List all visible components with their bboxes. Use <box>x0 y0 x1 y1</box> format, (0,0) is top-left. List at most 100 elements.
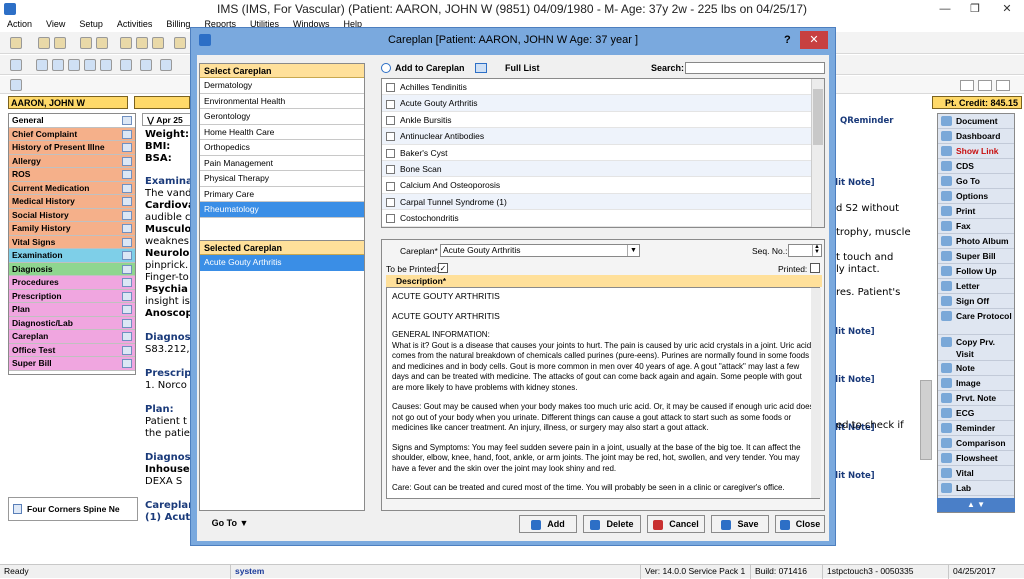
left-nav-item[interactable]: Diagnosis <box>9 262 135 276</box>
menu-action[interactable]: Action <box>0 18 39 31</box>
condition-checkbox[interactable] <box>386 214 395 224</box>
left-nav-item[interactable]: Diagnostic/Lab <box>9 316 135 330</box>
right-nav-item[interactable]: Sign Off <box>938 294 1014 309</box>
condition-checkbox[interactable] <box>386 148 395 158</box>
toolbar-icon[interactable] <box>96 37 108 49</box>
right-nav-scroll[interactable]: ▲ ▼ <box>937 498 1015 512</box>
full-list-button[interactable]: Full List <box>475 61 565 75</box>
page-icon[interactable] <box>122 143 132 152</box>
menu-activities[interactable]: Activities <box>110 18 160 31</box>
right-nav-item[interactable]: Fax <box>938 219 1014 234</box>
search-input[interactable] <box>685 62 825 74</box>
selected-careplan-item[interactable]: Acute Gouty Arthritis <box>200 255 364 271</box>
seq-number-input[interactable]: ▲ ▼ <box>788 244 822 257</box>
right-nav-item[interactable]: Letter <box>938 279 1014 294</box>
left-nav-item[interactable]: History of Present Illne <box>9 141 135 155</box>
right-nav-item[interactable]: Lab <box>938 481 1014 496</box>
left-nav-item[interactable]: Careplan <box>9 330 135 344</box>
careplan-item[interactable]: Home Health Care <box>200 125 364 140</box>
page-icon[interactable] <box>122 345 132 355</box>
right-nav-item[interactable]: Comparison <box>938 436 1014 451</box>
menu-view[interactable]: View <box>39 18 72 31</box>
page-icon[interactable] <box>122 291 132 301</box>
condition-row[interactable]: Antinuclear Antibodies <box>382 128 824 145</box>
toolbar-icon[interactable] <box>38 37 50 49</box>
right-nav-item[interactable]: Super Bill <box>938 249 1014 264</box>
page-icon[interactable] <box>122 129 132 139</box>
condition-row[interactable]: Acute Gouty Arthritis <box>382 95 824 112</box>
toolbar-icon[interactable] <box>152 37 164 49</box>
page-icon[interactable] <box>122 197 132 206</box>
right-nav-item[interactable]: Document <box>938 114 1014 129</box>
right-nav-item[interactable]: Print <box>938 204 1014 219</box>
toolbar-icon[interactable] <box>174 37 186 49</box>
careplan-item[interactable]: Physical Therapy <box>200 171 364 187</box>
page-icon[interactable] <box>122 359 132 368</box>
toolbar-icon[interactable] <box>160 59 172 71</box>
description-scrollbar[interactable] <box>811 288 821 498</box>
goto-button[interactable]: Go To ▼ <box>203 515 257 533</box>
page-icon[interactable] <box>122 264 132 274</box>
practice-selector[interactable]: Four Corners Spine Ne <box>8 497 138 521</box>
right-nav-item[interactable]: Reminder <box>938 421 1014 436</box>
page-icon[interactable] <box>122 305 132 314</box>
condition-checkbox[interactable] <box>386 165 395 175</box>
minimize-icon[interactable] <box>960 80 974 91</box>
printed-checkbox[interactable] <box>810 263 820 273</box>
right-nav-item[interactable]: Care Protocol <box>938 309 1014 335</box>
page-icon[interactable] <box>122 170 132 179</box>
careplan-item[interactable]: Pain Management <box>200 156 364 171</box>
cancel-button[interactable]: Cancel <box>647 515 705 533</box>
left-nav-item[interactable]: Prescription <box>9 289 135 303</box>
toolbar-icon[interactable] <box>140 59 152 71</box>
careplan-item[interactable]: Dermatology <box>200 78 364 94</box>
right-nav-item[interactable]: Go To <box>938 174 1014 189</box>
toolbar-icon[interactable] <box>136 37 148 49</box>
right-nav-item[interactable]: Photo Album <box>938 234 1014 249</box>
condition-checkbox[interactable] <box>386 116 395 126</box>
patient-icon[interactable] <box>10 79 22 91</box>
add-to-careplan-button[interactable]: Add to Careplan <box>381 61 467 75</box>
right-nav-item[interactable]: ECG <box>938 406 1014 421</box>
help-icon[interactable]: ? <box>784 31 798 49</box>
careplan-item[interactable]: Primary Care <box>200 187 364 202</box>
right-nav-item[interactable]: Prvt. Note <box>938 391 1014 406</box>
close-button[interactable]: Close <box>775 515 825 533</box>
close-icon[interactable] <box>996 80 1010 91</box>
careplan-item[interactable]: Orthopedics <box>200 140 364 156</box>
condition-checkbox[interactable] <box>386 181 395 191</box>
condition-checkbox[interactable] <box>386 197 395 207</box>
condition-row[interactable]: Carpal Tunnel Syndrome (1) <box>382 193 824 211</box>
careplan-item[interactable]: Rheumatology <box>200 202 364 218</box>
right-nav-item[interactable]: Options <box>938 189 1014 204</box>
toolbar-icon[interactable] <box>120 59 132 71</box>
condition-row[interactable]: Bone Scan <box>382 160 824 178</box>
toolbar-icon[interactable] <box>36 59 48 71</box>
page-icon[interactable] <box>122 156 132 166</box>
right-nav-item[interactable]: Note <box>938 361 1014 376</box>
left-nav-item[interactable]: Plan <box>9 303 135 317</box>
left-nav-item[interactable]: Family History <box>9 222 135 236</box>
careplan-item[interactable]: Environmental Health <box>200 94 364 109</box>
right-nav-item[interactable]: Show Link <box>938 144 1014 159</box>
toolbar-icon[interactable] <box>100 59 112 71</box>
right-nav-item[interactable]: Flowsheet <box>938 451 1014 466</box>
condition-row[interactable]: Costochondritis <box>382 210 824 227</box>
left-nav-item[interactable]: Chief Complaint <box>9 127 135 141</box>
condition-checkbox[interactable] <box>386 99 395 109</box>
page-icon[interactable] <box>122 318 132 328</box>
restore-icon[interactable] <box>978 80 992 91</box>
scroll-thumb[interactable] <box>813 89 823 145</box>
condition-row[interactable]: Achilles Tendinitis <box>382 79 824 96</box>
left-nav-item[interactable]: Examination <box>9 249 135 263</box>
page-icon[interactable] <box>122 224 132 233</box>
left-nav-item[interactable]: Allergy <box>9 154 135 168</box>
condition-checkbox[interactable] <box>386 83 395 93</box>
dialog-close-icon[interactable]: ✕ <box>800 31 828 49</box>
left-nav-item[interactable]: ROS <box>9 168 135 182</box>
left-nav-item[interactable]: Social History <box>9 208 135 222</box>
condition-checkbox[interactable] <box>386 132 395 142</box>
delete-button[interactable]: Delete <box>583 515 641 533</box>
left-nav-item[interactable]: Medical History <box>9 195 135 209</box>
right-nav-item[interactable]: Image <box>938 376 1014 391</box>
